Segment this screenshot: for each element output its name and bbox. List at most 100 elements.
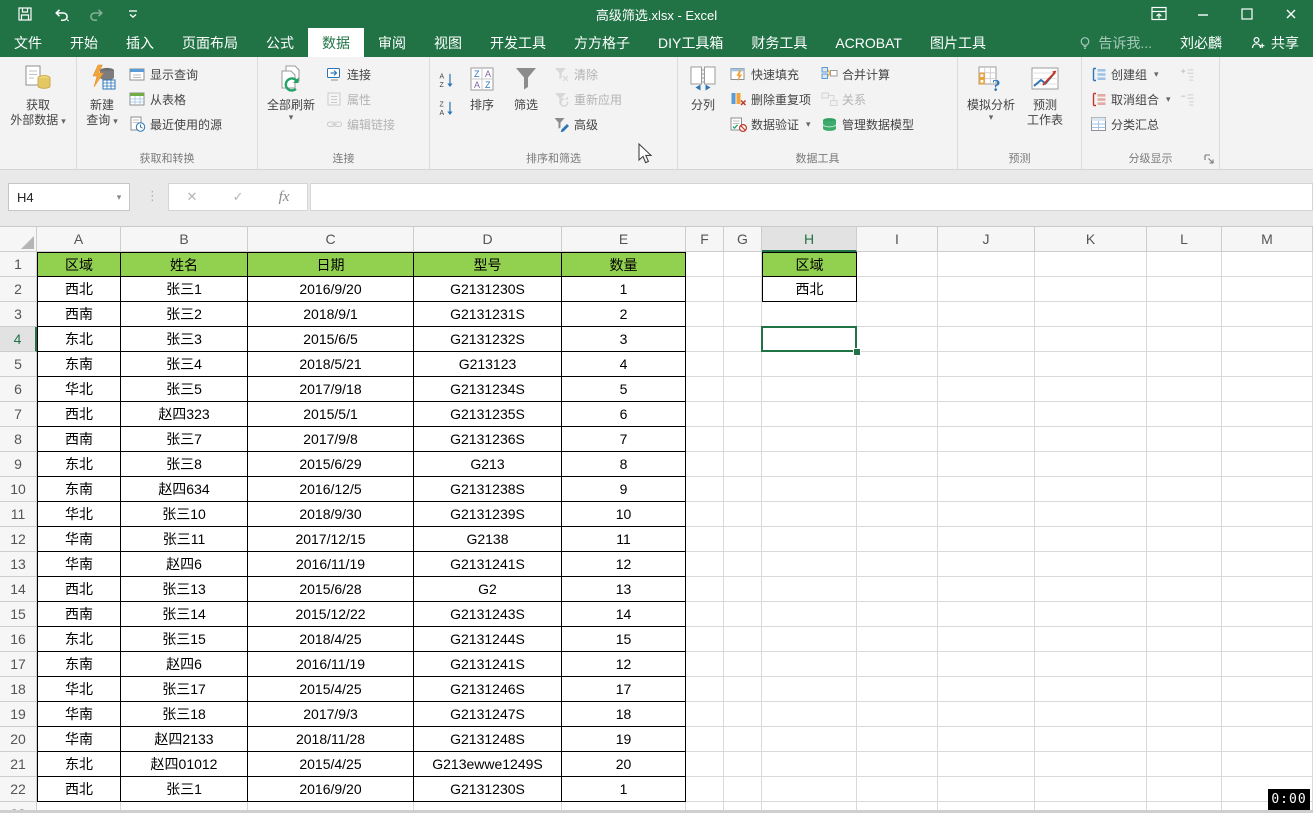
cell-H1[interactable]: 区域	[762, 252, 857, 277]
cell-E3[interactable]: 2	[562, 302, 686, 327]
cell-M16[interactable]	[1222, 627, 1313, 652]
cell-A9[interactable]: 东北	[37, 452, 121, 477]
cell-M6[interactable]	[1222, 377, 1313, 402]
row-header-10[interactable]: 10	[0, 477, 37, 502]
cell-D12[interactable]: G2138	[414, 527, 562, 552]
cell-J1[interactable]	[938, 252, 1035, 277]
cell-E5[interactable]: 4	[562, 352, 686, 377]
cell-D3[interactable]: G2131231S	[414, 302, 562, 327]
row-header-11[interactable]: 11	[0, 502, 37, 527]
row-header-6[interactable]: 6	[0, 377, 37, 402]
cell-I22[interactable]	[857, 777, 938, 802]
cell-M2[interactable]	[1222, 277, 1313, 302]
cell-L11[interactable]	[1147, 502, 1222, 527]
cell-I15[interactable]	[857, 602, 938, 627]
cell-L21[interactable]	[1147, 752, 1222, 777]
select-all-corner[interactable]	[0, 227, 37, 252]
cell-C6[interactable]: 2017/9/18	[248, 377, 414, 402]
cell-E9[interactable]: 8	[562, 452, 686, 477]
cell-G7[interactable]	[724, 402, 762, 427]
cell-G10[interactable]	[724, 477, 762, 502]
cell-K19[interactable]	[1035, 702, 1147, 727]
cell-K10[interactable]	[1035, 477, 1147, 502]
cell-M21[interactable]	[1222, 752, 1313, 777]
cell-M3[interactable]	[1222, 302, 1313, 327]
from-table-button[interactable]: 从表格	[125, 87, 226, 112]
cell-J17[interactable]	[938, 652, 1035, 677]
cell-A17[interactable]: 东南	[37, 652, 121, 677]
cell-B5[interactable]: 张三4	[121, 352, 248, 377]
cell-A2[interactable]: 西北	[37, 277, 121, 302]
cell-J15[interactable]	[938, 602, 1035, 627]
cell-F3[interactable]	[686, 302, 724, 327]
cell-G21[interactable]	[724, 752, 762, 777]
forecast-sheet-button[interactable]: 预测 工作表	[1022, 60, 1068, 130]
cell-M7[interactable]	[1222, 402, 1313, 427]
cell-F1[interactable]	[686, 252, 724, 277]
flash-fill-button[interactable]: 快速填充	[726, 62, 815, 87]
cell-L1[interactable]	[1147, 252, 1222, 277]
cell-A3[interactable]: 西南	[37, 302, 121, 327]
row-header-13[interactable]: 13	[0, 552, 37, 577]
cell-D6[interactable]: G2131234S	[414, 377, 562, 402]
cell-M13[interactable]	[1222, 552, 1313, 577]
cell-G13[interactable]	[724, 552, 762, 577]
cell-I13[interactable]	[857, 552, 938, 577]
cell-C20[interactable]: 2018/11/28	[248, 727, 414, 752]
get-external-data-button[interactable]: 获取 外部数据	[5, 60, 71, 131]
cell-C17[interactable]: 2016/11/19	[248, 652, 414, 677]
cell-B13[interactable]: 赵四6	[121, 552, 248, 577]
cell-H22[interactable]	[762, 777, 857, 802]
cell-C13[interactable]: 2016/11/19	[248, 552, 414, 577]
undo-icon[interactable]	[50, 3, 72, 25]
cell-J5[interactable]	[938, 352, 1035, 377]
advanced-filter-button[interactable]: 高级	[549, 112, 626, 137]
row-header-9[interactable]: 9	[0, 452, 37, 477]
cell-J9[interactable]	[938, 452, 1035, 477]
cell-B1[interactable]: 姓名	[121, 252, 248, 277]
cell-G20[interactable]	[724, 727, 762, 752]
cell-D16[interactable]: G2131244S	[414, 627, 562, 652]
cell-E7[interactable]: 6	[562, 402, 686, 427]
cell-B18[interactable]: 张三17	[121, 677, 248, 702]
cell-K1[interactable]	[1035, 252, 1147, 277]
cell-K11[interactable]	[1035, 502, 1147, 527]
cell-H9[interactable]	[762, 452, 857, 477]
cell-J21[interactable]	[938, 752, 1035, 777]
cell-K14[interactable]	[1035, 577, 1147, 602]
cell-L17[interactable]	[1147, 652, 1222, 677]
cell-I1[interactable]	[857, 252, 938, 277]
cell-D2[interactable]: G2131230S	[414, 277, 562, 302]
cell-E2[interactable]: 1	[562, 277, 686, 302]
cell-I7[interactable]	[857, 402, 938, 427]
cell-J7[interactable]	[938, 402, 1035, 427]
cell-M5[interactable]	[1222, 352, 1313, 377]
cell-J11[interactable]	[938, 502, 1035, 527]
ribbon-tab-10[interactable]: 方方格子	[560, 28, 644, 57]
cell-D20[interactable]: G2131248S	[414, 727, 562, 752]
row-header-5[interactable]: 5	[0, 352, 37, 377]
cell-A13[interactable]: 华南	[37, 552, 121, 577]
ribbon-tab-4[interactable]: 页面布局	[168, 28, 252, 57]
cell-J3[interactable]	[938, 302, 1035, 327]
create-group-button[interactable]: 创建组	[1086, 62, 1175, 87]
column-header-K[interactable]: K	[1035, 227, 1147, 252]
cell-H18[interactable]	[762, 677, 857, 702]
cell-H16[interactable]	[762, 627, 857, 652]
sort-ascending-button[interactable]: AZ	[434, 66, 459, 94]
cell-L22[interactable]	[1147, 777, 1222, 802]
cell-A1[interactable]: 区域	[37, 252, 121, 277]
cell-C2[interactable]: 2016/9/20	[248, 277, 414, 302]
cell-A4[interactable]: 东北	[37, 327, 121, 352]
cell-G12[interactable]	[724, 527, 762, 552]
cell-L6[interactable]	[1147, 377, 1222, 402]
user-account[interactable]: 刘必麟	[1166, 28, 1236, 57]
cell-C12[interactable]: 2017/12/15	[248, 527, 414, 552]
cell-I10[interactable]	[857, 477, 938, 502]
cell-G1[interactable]	[724, 252, 762, 277]
cell-I9[interactable]	[857, 452, 938, 477]
cell-H17[interactable]	[762, 652, 857, 677]
cell-G6[interactable]	[724, 377, 762, 402]
cell-A12[interactable]: 华南	[37, 527, 121, 552]
cell-E17[interactable]: 12	[562, 652, 686, 677]
